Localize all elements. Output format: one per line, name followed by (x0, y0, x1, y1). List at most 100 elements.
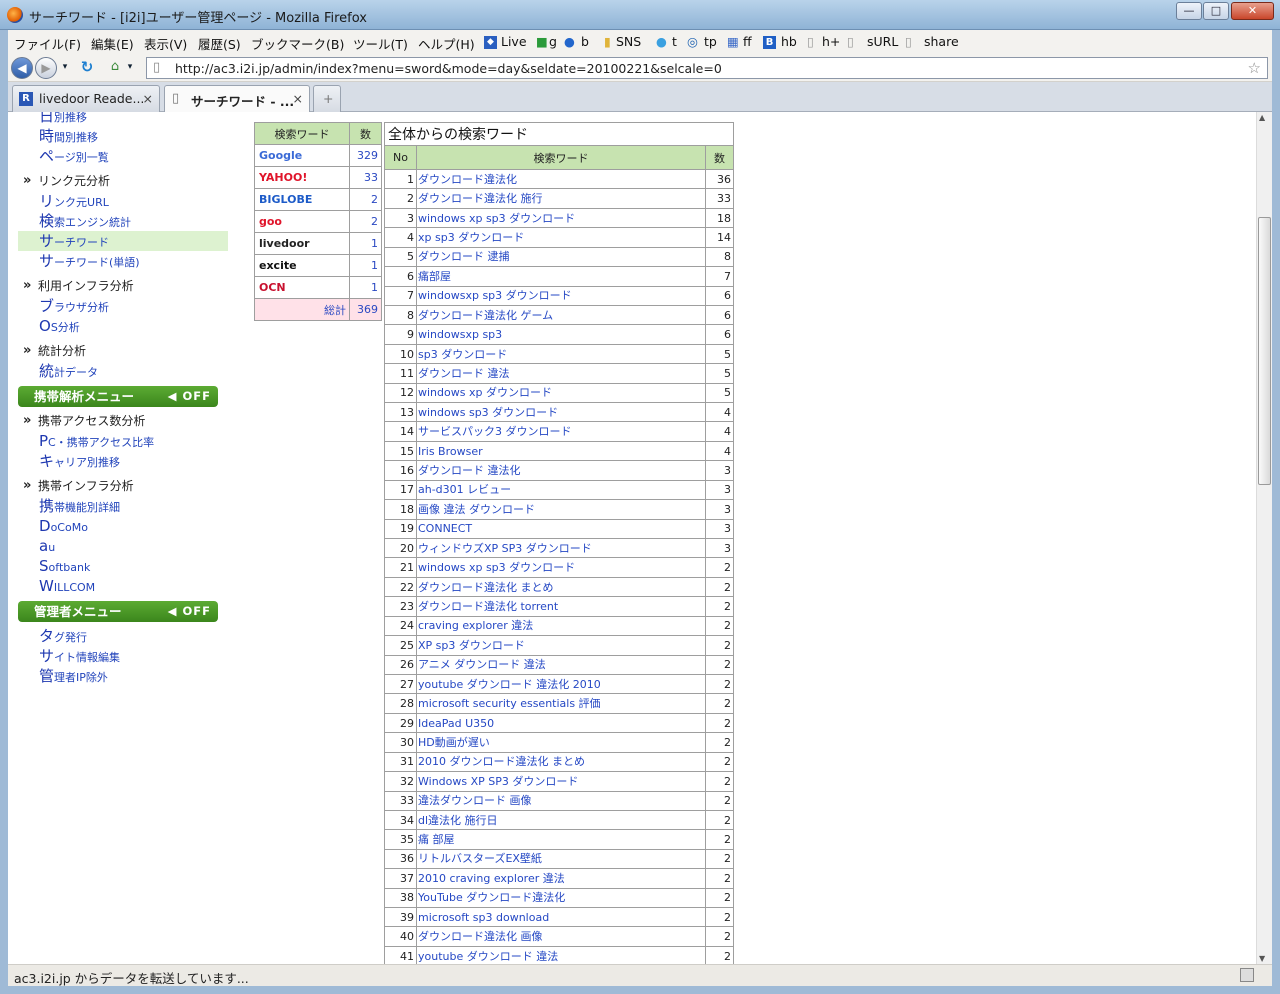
bookmark-hb[interactable]: hb (781, 34, 797, 49)
search-word-link[interactable]: ウィンドウズXP SP3 ダウンロード (416, 538, 706, 559)
search-word-link[interactable]: windows xp sp3 ダウンロード (416, 207, 706, 229)
sidebar-link[interactable]: 管理者IP除外 (18, 666, 228, 686)
search-word-link[interactable]: サービスパック3 ダウンロード (416, 421, 706, 442)
home-dropdown-icon[interactable]: ▾ (124, 57, 136, 79)
menu-view[interactable]: 表示(V) (144, 34, 187, 53)
mobile-analysis-menu-header[interactable]: 携帯解析メニュー ◀ OFF (18, 386, 218, 407)
sidebar-link[interactable]: OS分析 (18, 316, 228, 336)
menu-history[interactable]: 履歴(S) (198, 34, 241, 53)
menu-file[interactable]: ファイル(F) (14, 34, 81, 53)
bookmark-t[interactable]: t (672, 34, 677, 49)
search-word-link[interactable]: windows sp3 ダウンロード (416, 402, 706, 423)
engine-count[interactable]: 1 (349, 254, 382, 277)
home-icon[interactable]: ⌂ (104, 57, 126, 79)
bookmark-ff[interactable]: ff (743, 34, 752, 49)
search-word-link[interactable]: youtube ダウンロード 違法 (416, 945, 706, 964)
search-word-link[interactable]: youtube ダウンロード 違法化 2010 (416, 673, 706, 695)
bookmark-share[interactable]: share (924, 34, 959, 49)
tab-livedoor-reader[interactable]: R livedoor Reade... × (12, 85, 160, 112)
engine-count[interactable]: 2 (349, 210, 382, 233)
back-icon[interactable]: ◀ (11, 57, 33, 79)
search-word-link[interactable]: YouTube ダウンロード違法化 (416, 887, 706, 909)
menu-edit[interactable]: 編集(E) (91, 34, 134, 53)
sidebar-link[interactable]: Softbank (18, 556, 228, 576)
scroll-down-icon[interactable]: ▼ (1259, 954, 1265, 963)
bookmark-star-icon[interactable]: ☆ (1248, 59, 1261, 77)
admin-menu-off-toggle[interactable]: ◀ OFF (168, 601, 211, 622)
search-word-link[interactable]: sp3 ダウンロード (416, 343, 706, 365)
engine-count[interactable]: 1 (349, 232, 382, 255)
search-word-link[interactable]: XP sp3 ダウンロード (416, 635, 706, 656)
status-addon-icon[interactable] (1240, 968, 1254, 982)
reload-icon[interactable]: ↻ (76, 57, 98, 79)
sidebar-link[interactable]: 携帯機能別詳細 (18, 496, 228, 516)
search-word-link[interactable]: windowsxp sp3 (416, 324, 706, 345)
search-word-link[interactable]: ダウンロード違法化 画像 (416, 926, 706, 947)
search-word-link[interactable]: ダウンロード 違法化 (416, 460, 706, 481)
menu-bookmarks[interactable]: ブックマーク(B) (251, 34, 344, 53)
search-word-link[interactable]: microsoft sp3 download (416, 907, 706, 928)
bookmark-surl[interactable]: sURL (867, 34, 898, 49)
scroll-up-icon[interactable]: ▲ (1259, 113, 1265, 122)
search-word-link[interactable]: windows xp ダウンロード (416, 382, 706, 404)
new-tab-button[interactable]: + (313, 85, 341, 112)
sidebar-link[interactable]: 検索エンジン統計 (18, 211, 228, 231)
engine-count[interactable]: 33 (349, 166, 382, 189)
url-text[interactable]: http://ac3.i2i.jp/admin/index?menu=sword… (175, 61, 722, 76)
bookmark-g[interactable]: g (549, 34, 557, 49)
vertical-scrollbar[interactable]: ▲ ▼ (1256, 112, 1272, 964)
search-word-link[interactable]: CONNECT (416, 518, 706, 540)
forward-icon[interactable]: ▶ (35, 57, 57, 79)
search-word-link[interactable]: ダウンロード違法化 (416, 168, 706, 190)
url-bar[interactable]: ▯ http://ac3.i2i.jp/admin/index?menu=swo… (146, 57, 1268, 79)
search-word-link[interactable]: craving explorer 違法 (416, 615, 706, 637)
search-word-link[interactable]: windows xp sp3 ダウンロード (416, 557, 706, 578)
bookmark-sns[interactable]: SNS (616, 34, 641, 49)
sidebar-link[interactable]: サーチワード(単語) (18, 251, 228, 271)
sidebar-link[interactable]: ブラウザ分析 (18, 296, 228, 316)
mobile-menu-off-toggle[interactable]: ◀ OFF (168, 386, 211, 407)
search-word-link[interactable]: microsoft security essentials 評価 (416, 693, 706, 714)
search-word-link[interactable]: 2010 ダウンロード違法化 まとめ (416, 751, 706, 773)
bookmark-tp[interactable]: tp (704, 34, 717, 49)
search-word-link[interactable]: 画像 違法 ダウンロード (416, 499, 706, 520)
bookmark-live[interactable]: Live (501, 34, 527, 49)
tab-search-word[interactable]: ▯ サーチワード - ... × (164, 85, 310, 112)
search-word-link[interactable]: ダウンロード違法化 torrent (416, 596, 706, 617)
sidebar-link[interactable]: 日別推移 (18, 112, 228, 126)
engine-count[interactable]: 2 (349, 188, 382, 211)
admin-menu-header[interactable]: 管理者メニュー ◀ OFF (18, 601, 218, 622)
search-word-link[interactable]: Windows XP SP3 ダウンロード (416, 771, 706, 792)
sidebar-link[interactable]: ページ別一覧 (18, 146, 228, 166)
close-tab-icon[interactable]: × (143, 91, 153, 106)
menu-help[interactable]: ヘルプ(H) (418, 34, 475, 53)
sidebar-link[interactable]: DoCoMo (18, 516, 228, 536)
sidebar-link[interactable]: WILLCOM (18, 576, 228, 596)
search-word-link[interactable]: ダウンロード 逮捕 (416, 246, 706, 268)
search-word-link[interactable]: 痛部屋 (416, 266, 706, 287)
menu-tools[interactable]: ツール(T) (353, 34, 408, 53)
search-word-link[interactable]: xp sp3 ダウンロード (416, 227, 706, 248)
search-word-link[interactable]: IdeaPad U350 (416, 712, 706, 734)
search-word-link[interactable]: dl違法化 施行日 (416, 809, 706, 831)
search-word-link[interactable]: リトルバスターズEX壁紙 (416, 848, 706, 870)
sidebar-link[interactable]: 統計データ (18, 361, 228, 381)
search-word-link[interactable]: アニメ ダウンロード 違法 (416, 654, 706, 675)
minimize-button[interactable]: — (1176, 2, 1202, 20)
bookmark-b[interactable]: b (581, 34, 589, 49)
sidebar-link[interactable]: au (18, 536, 228, 556)
sidebar-link[interactable]: サーチワード (18, 231, 228, 251)
sidebar-link[interactable]: 時間別推移 (18, 126, 228, 146)
history-dropdown-icon[interactable]: ▾ (59, 57, 71, 79)
search-word-link[interactable]: 2010 craving explorer 違法 (416, 868, 706, 889)
search-word-link[interactable]: 違法ダウンロード 画像 (416, 790, 706, 811)
sidebar-link[interactable]: キャリア別推移 (18, 451, 228, 471)
search-word-link[interactable]: ah-d301 レビュー (416, 479, 706, 501)
sidebar-link[interactable]: PC・携帯アクセス比率 (18, 431, 228, 451)
search-word-link[interactable]: ダウンロード 違法 (416, 363, 706, 384)
sidebar-link[interactable]: リンク元URL (18, 191, 228, 211)
close-window-button[interactable]: ✕ (1231, 2, 1274, 20)
engine-count[interactable]: 329 (349, 144, 382, 167)
search-word-link[interactable]: HD動画が遅い (416, 732, 706, 753)
sidebar-link[interactable]: サイト情報編集 (18, 646, 228, 666)
